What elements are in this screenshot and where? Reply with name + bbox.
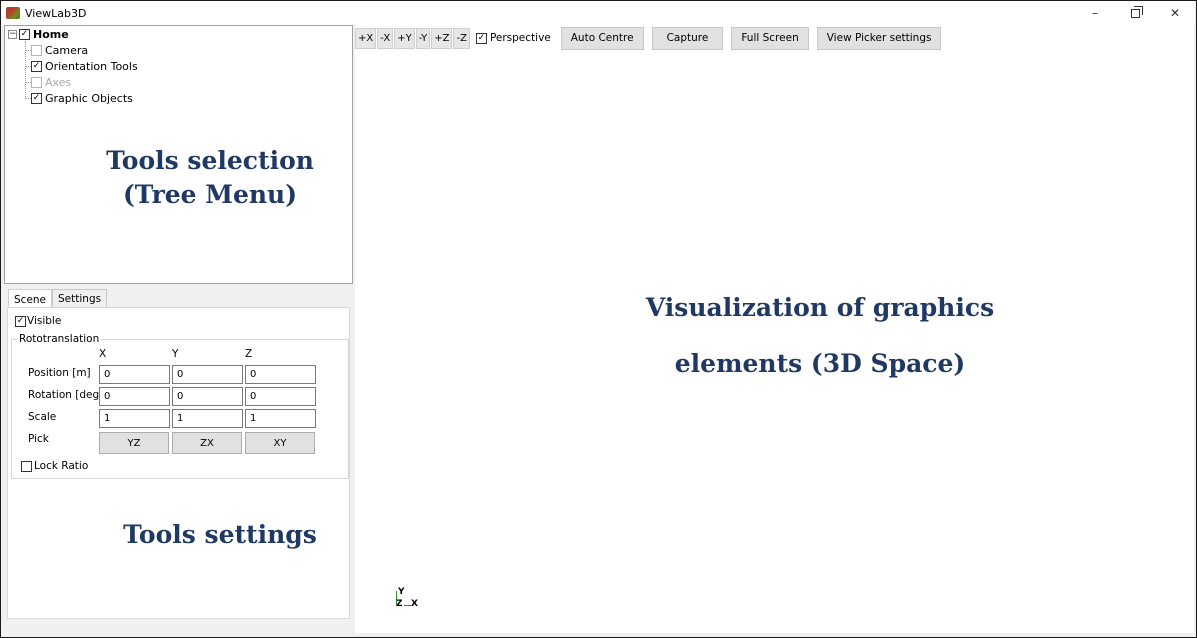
view-picker-settings-button[interactable]: View Picker settings xyxy=(816,26,942,50)
tree-item-axes[interactable]: Axes xyxy=(31,74,71,90)
tree-item-camera[interactable]: Camera xyxy=(31,42,88,58)
collapse-icon[interactable]: − xyxy=(8,29,17,39)
tab-settings[interactable]: Settings xyxy=(52,289,108,308)
minimize-button[interactable]: – xyxy=(1075,1,1115,25)
scale-x-input[interactable]: 1 xyxy=(99,409,170,428)
restore-icon xyxy=(1130,5,1143,18)
annotation-line: (Tree Menu) xyxy=(122,180,298,209)
perspective-toggle[interactable]: ✓ Perspective xyxy=(475,32,551,44)
rotation-y-input[interactable]: 0 xyxy=(172,387,243,406)
viewport-annotation: Visualization of graphics elements (3D S… xyxy=(620,280,1020,392)
settings-tabbar: Scene Settings xyxy=(8,289,108,309)
view-plus-x-button[interactable]: +X xyxy=(355,27,377,49)
perspective-label: Perspective xyxy=(489,32,551,44)
rotation-label: Rotation [deg] xyxy=(28,389,104,401)
orientation-tools-checkbox[interactable]: ✓ xyxy=(31,60,42,72)
gizmo-z-label: Z xyxy=(396,599,403,609)
app-logo-icon xyxy=(6,7,20,19)
title-bar: ViewLab3D – ✕ xyxy=(1,1,1195,25)
gizmo-x-label: X xyxy=(411,599,418,609)
lock-ratio-toggle[interactable]: Lock Ratio xyxy=(21,460,88,472)
visible-label: Visible xyxy=(27,315,62,327)
restore-button[interactable] xyxy=(1115,1,1155,25)
axis-orientation-gizmo: Y Z X xyxy=(394,587,424,613)
tree-item-label: Orientation Tools xyxy=(45,59,138,73)
view-minus-x-button[interactable]: -X xyxy=(377,27,394,49)
column-header-x: X xyxy=(99,348,107,360)
graphic-objects-checkbox[interactable]: ✓ xyxy=(31,92,42,104)
gizmo-x-axis-line xyxy=(404,605,411,606)
column-header-y: Y xyxy=(172,348,179,360)
visible-checkbox[interactable]: ✓ xyxy=(15,315,26,327)
tree-item-graphic-objects[interactable]: ✓ Graphic Objects xyxy=(31,90,133,106)
view-plus-y-button[interactable]: +Y xyxy=(394,27,415,49)
tree-item-label: Axes xyxy=(45,75,72,89)
home-checkbox[interactable]: ✓ xyxy=(19,28,30,40)
close-button[interactable]: ✕ xyxy=(1155,1,1195,25)
perspective-checkbox[interactable]: ✓ xyxy=(475,32,487,44)
lock-ratio-label: Lock Ratio xyxy=(34,460,89,472)
camera-checkbox[interactable] xyxy=(31,44,42,56)
scale-label: Scale xyxy=(28,411,57,423)
tab-scene[interactable]: Scene xyxy=(8,289,53,309)
tree-item-home[interactable]: − ✓ Home xyxy=(8,26,69,42)
pick-yz-button[interactable]: YZ xyxy=(99,432,169,454)
position-x-input[interactable]: 0 xyxy=(99,365,170,384)
rotation-z-input[interactable]: 0 xyxy=(245,387,316,406)
full-screen-button[interactable]: Full Screen xyxy=(731,26,809,50)
pick-zx-button[interactable]: ZX xyxy=(172,432,242,454)
tree-item-label: Camera xyxy=(45,43,89,57)
settings-annotation: Tools settings xyxy=(123,520,317,549)
position-z-input[interactable]: 0 xyxy=(245,365,316,384)
tree-item-label: Home xyxy=(33,27,69,41)
view-minus-y-button[interactable]: -Y xyxy=(415,27,431,49)
annotation-line: Visualization of graphics xyxy=(645,293,995,322)
view-minus-z-button[interactable]: -Z xyxy=(453,27,470,49)
tree-item-orientation-tools[interactable]: ✓ Orientation Tools xyxy=(31,58,138,74)
lock-ratio-checkbox[interactable] xyxy=(21,460,32,472)
rotation-x-input[interactable]: 0 xyxy=(99,387,170,406)
scale-y-input[interactable]: 1 xyxy=(172,409,243,428)
column-header-z: Z xyxy=(245,348,253,360)
minimize-icon: – xyxy=(1092,6,1098,20)
window-title: ViewLab3D xyxy=(25,6,87,20)
gizmo-y-label: Y xyxy=(398,587,405,597)
auto-centre-button[interactable]: Auto Centre xyxy=(560,26,644,50)
annotation-line: Tools selection xyxy=(106,146,314,175)
tree-annotation: Tools selection (Tree Menu) xyxy=(60,144,360,212)
capture-button[interactable]: Capture xyxy=(651,26,724,50)
tree-item-label: Graphic Objects xyxy=(45,91,133,105)
position-y-input[interactable]: 0 xyxy=(172,365,243,384)
pick-xy-button[interactable]: XY xyxy=(245,432,315,454)
window-controls: – ✕ xyxy=(1075,1,1195,25)
rototranslation-title: Rototranslation xyxy=(17,333,102,345)
visible-toggle[interactable]: ✓ Visible xyxy=(15,315,61,327)
position-label: Position [m] xyxy=(28,367,91,379)
pick-label: Pick xyxy=(28,433,49,445)
axes-checkbox[interactable] xyxy=(31,76,42,88)
annotation-line: elements (3D Space) xyxy=(674,349,966,378)
close-icon: ✕ xyxy=(1169,6,1181,20)
view-toolbar: +X -X +Y -Y +Z -Z ✓ Perspective Auto Cen… xyxy=(355,26,949,50)
scale-z-input[interactable]: 1 xyxy=(245,409,316,428)
view-plus-z-button[interactable]: +Z xyxy=(431,27,453,49)
